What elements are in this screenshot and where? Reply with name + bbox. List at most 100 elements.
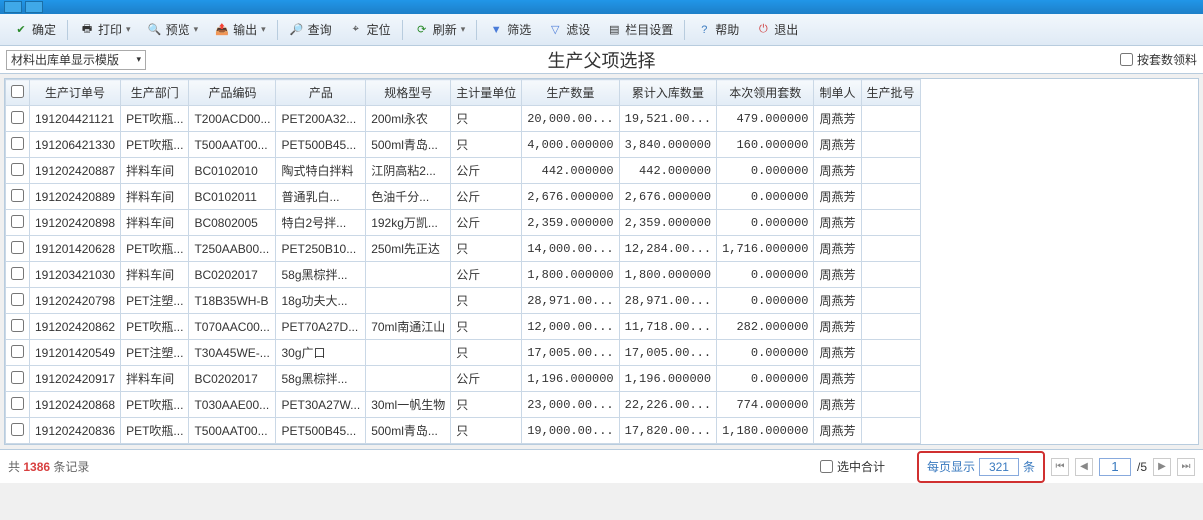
cell-batch (861, 392, 920, 418)
prev-page-button[interactable]: ◀ (1075, 458, 1093, 476)
preview-button[interactable]: 🔍 预览 ▾ (140, 17, 206, 42)
cell-inqty: 22,226.00... (619, 392, 716, 418)
col-current[interactable]: 本次领用套数 (717, 80, 814, 106)
table-row[interactable]: 191201420549PET注塑...T30A45WE-...30g广口只17… (6, 340, 921, 366)
total-pages: /5 (1137, 460, 1147, 474)
pagesize-input[interactable] (979, 458, 1019, 476)
cell-inqty: 442.000000 (619, 158, 716, 184)
cell-order: 191202420889 (30, 184, 121, 210)
row-checkbox[interactable] (11, 189, 24, 202)
table-row[interactable]: 191202420887拌料车间BC0102010陶式特白拌料江阴高粘2...公… (6, 158, 921, 184)
exit-icon: ⏻ (755, 22, 771, 38)
row-checkbox[interactable] (11, 345, 24, 358)
row-checkbox[interactable] (11, 397, 24, 410)
cell-maker: 周燕芳 (814, 392, 861, 418)
cell-current: 0.000000 (717, 288, 814, 314)
row-checkbox[interactable] (11, 371, 24, 384)
help-button[interactable]: ? 帮助 (689, 17, 746, 42)
table-row[interactable]: 191202420836PET吹瓶...T500AAT00...PET500B4… (6, 418, 921, 444)
cell-inqty: 2,359.000000 (619, 210, 716, 236)
colset-button[interactable]: ▤ 栏目设置 (599, 17, 680, 42)
cell-batch (861, 262, 920, 288)
cell-product: PET500B45... (276, 418, 366, 444)
col-batch[interactable]: 生产批号 (861, 80, 920, 106)
query-button[interactable]: 🔎 查询 (282, 17, 339, 42)
cell-unit: 只 (451, 236, 522, 262)
template-dropdown[interactable]: 材料出库单显示模版 ▾ (6, 50, 146, 70)
byqty-option[interactable]: 按套数领料 (1120, 51, 1197, 68)
row-checkbox[interactable] (11, 137, 24, 150)
sum-selected-option[interactable]: 选中合计 (820, 458, 885, 475)
main-toolbar: ✔ 确定 🖶 打印 ▾ 🔍 预览 ▾ 📤 输出 ▾ 🔎 查询 ⌖ 定位 ⟳ 刷新… (0, 14, 1203, 46)
col-code[interactable]: 产品编码 (189, 80, 276, 106)
columns-icon: ▤ (606, 22, 622, 38)
col-qty[interactable]: 生产数量 (522, 80, 619, 106)
print-button[interactable]: 🖶 打印 ▾ (72, 17, 138, 42)
table-row[interactable]: 191201420628PET吹瓶...T250AAB00...PET250B1… (6, 236, 921, 262)
cell-batch (861, 184, 920, 210)
col-unit[interactable]: 主计量单位 (451, 80, 522, 106)
select-all-checkbox[interactable] (11, 85, 24, 98)
last-page-button[interactable]: ⏭ (1177, 458, 1195, 476)
output-button[interactable]: 📤 输出 ▾ (207, 17, 273, 42)
exit-button[interactable]: ⏻ 退出 (748, 17, 805, 42)
cell-batch (861, 314, 920, 340)
separator (402, 20, 403, 40)
col-check[interactable] (6, 80, 30, 106)
col-order[interactable]: 生产订单号 (30, 80, 121, 106)
ribbon-btn[interactable] (4, 1, 22, 13)
col-inqty[interactable]: 累计入库数量 (619, 80, 716, 106)
help-icon: ? (696, 22, 712, 38)
row-checkbox[interactable] (11, 241, 24, 254)
col-maker[interactable]: 制单人 (814, 80, 861, 106)
byqty-label: 按套数领料 (1137, 51, 1197, 68)
filter-button[interactable]: ▼ 筛选 (481, 17, 538, 42)
cell-maker: 周燕芳 (814, 314, 861, 340)
row-checkbox[interactable] (11, 293, 24, 306)
confirm-button[interactable]: ✔ 确定 (6, 17, 63, 42)
funnel-icon: ▼ (488, 22, 504, 38)
cell-current: 0.000000 (717, 366, 814, 392)
table-row[interactable]: 191202420889拌料车间BC0102011普通乳白...色油千分...公… (6, 184, 921, 210)
row-checkbox[interactable] (11, 111, 24, 124)
row-checkbox[interactable] (11, 215, 24, 228)
page-input[interactable] (1099, 458, 1131, 476)
page-title: 生产父项选择 (548, 47, 656, 73)
table-row[interactable]: 191202420898拌料车间BC0802005特白2号拌...192kg万凯… (6, 210, 921, 236)
next-page-button[interactable]: ▶ (1153, 458, 1171, 476)
sum-checkbox[interactable] (820, 460, 833, 473)
filterset-button[interactable]: ▽ 滤设 (540, 17, 597, 42)
col-dept[interactable]: 生产部门 (121, 80, 189, 106)
cell-unit: 公斤 (451, 262, 522, 288)
row-checkbox[interactable] (11, 319, 24, 332)
cell-code: BC0102011 (189, 184, 276, 210)
locate-button[interactable]: ⌖ 定位 (341, 17, 398, 42)
col-product[interactable]: 产品 (276, 80, 366, 106)
table-row[interactable]: 191203421030拌料车间BC020201758g黑棕拌...公斤1,80… (6, 262, 921, 288)
table-row[interactable]: 191202420868PET吹瓶...T030AAE00...PET30A27… (6, 392, 921, 418)
refresh-button[interactable]: ⟳ 刷新 ▾ (407, 17, 473, 42)
cell-product: 陶式特白拌料 (276, 158, 366, 184)
data-table: 生产订单号 生产部门 产品编码 产品 规格型号 主计量单位 生产数量 累计入库数… (5, 79, 921, 444)
cell-qty: 17,005.00... (522, 340, 619, 366)
table-row[interactable]: 191202420917拌料车间BC020201758g黑棕拌...公斤1,19… (6, 366, 921, 392)
sum-label: 选中合计 (837, 458, 885, 475)
table-row[interactable]: 191202420798PET注塑...T18B35WH-B18g功夫大...只… (6, 288, 921, 314)
row-checkbox[interactable] (11, 423, 24, 436)
cell-maker: 周燕芳 (814, 288, 861, 314)
first-page-button[interactable]: ⏮ (1051, 458, 1069, 476)
byqty-checkbox[interactable] (1120, 53, 1133, 66)
row-checkbox[interactable] (11, 267, 24, 280)
cell-current: 282.000000 (717, 314, 814, 340)
col-spec[interactable]: 规格型号 (366, 80, 451, 106)
pagesize-label: 每页显示 (927, 458, 975, 475)
row-checkbox[interactable] (11, 163, 24, 176)
table-row[interactable]: 191206421330PET吹瓶...T500AAT00...PET500B4… (6, 132, 921, 158)
cell-inqty: 17,820.00... (619, 418, 716, 444)
ribbon-btn[interactable] (25, 1, 43, 13)
print-label: 打印 (98, 21, 122, 38)
check-icon: ✔ (13, 22, 29, 38)
table-row[interactable]: 191204421121PET吹瓶...T200ACD00...PET200A3… (6, 106, 921, 132)
table-row[interactable]: 191202420862PET吹瓶...T070AAC00...PET70A27… (6, 314, 921, 340)
cell-maker: 周燕芳 (814, 210, 861, 236)
